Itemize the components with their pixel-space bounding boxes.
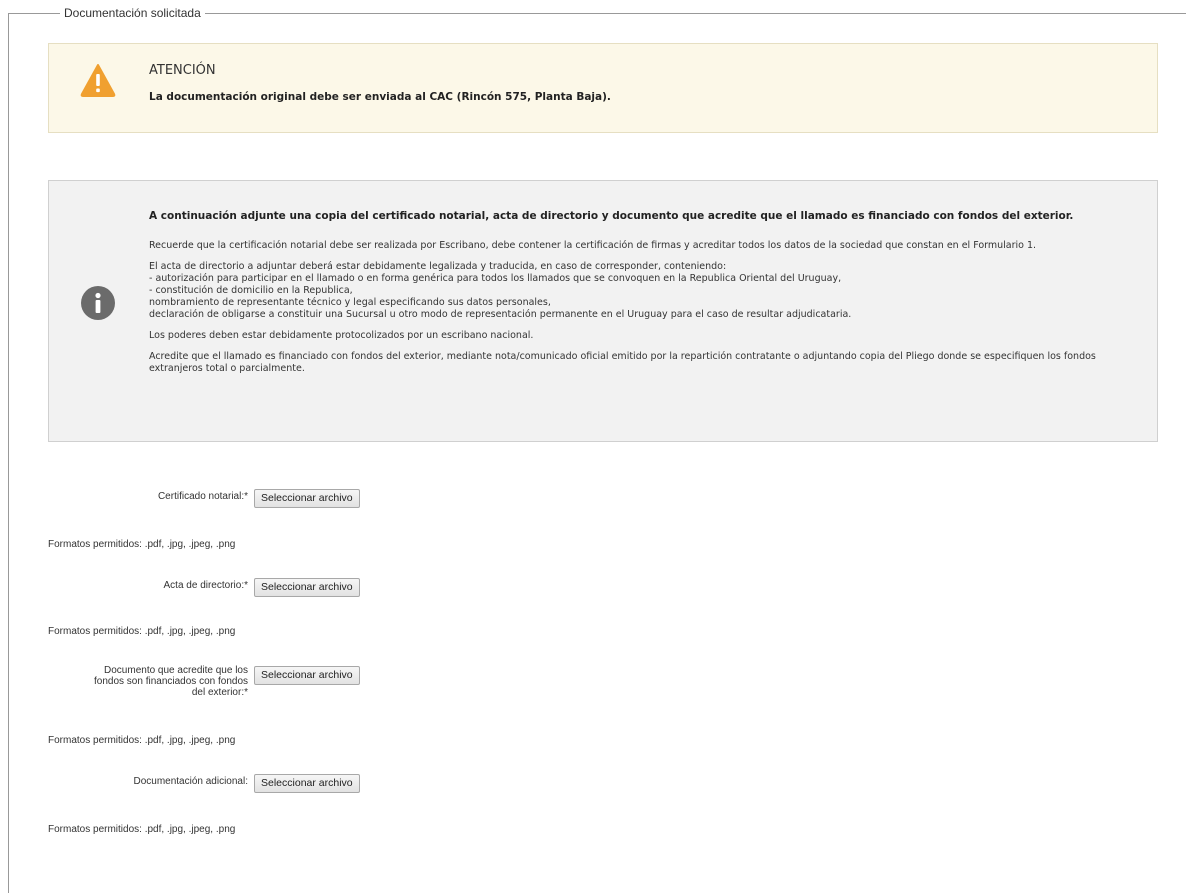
info-paragraph-acta: El acta de directorio a adjuntar deberá … (149, 261, 1139, 321)
fieldset-legend: Documentación solicitada (60, 5, 205, 21)
info-line: - autorización para participar en el lla… (149, 273, 842, 284)
info-circle-icon (81, 286, 115, 320)
acta-directorio-file-button[interactable]: Seleccionar archivo (254, 578, 360, 597)
warning-alert: ATENCIÓN La documentación original debe … (48, 43, 1158, 133)
warning-title: ATENCIÓN (149, 63, 216, 78)
info-paragraph-notarial: Recuerde que la certificación notarial d… (149, 240, 1037, 251)
info-content: A continuación adjunte una copia del cer… (149, 210, 1139, 384)
documentacion-adicional-formats: Formatos permitidos: .pdf, .jpg, .jpeg, … (48, 824, 236, 835)
info-lead: A continuación adjunte una copia del cer… (149, 210, 1074, 222)
info-alert: A continuación adjunte una copia del cer… (48, 180, 1158, 442)
info-paragraph-financiado: Acredite que el llamado es financiado co… (149, 351, 1096, 374)
documentacion-adicional-label: Documentación adicional: (133, 776, 248, 787)
documentation-fieldset (8, 13, 1186, 893)
acta-directorio-label: Acta de directorio:* (163, 580, 249, 591)
certificado-notarial-label: Certificado notarial:* (157, 491, 248, 502)
info-line: - constitución de domicilio en la Republ… (149, 285, 353, 296)
acta-directorio-formats: Formatos permitidos: .pdf, .jpg, .jpeg, … (48, 626, 236, 637)
info-paragraph-poderes: Los poderes deben estar debidamente prot… (149, 330, 534, 341)
documento-fondos-formats: Formatos permitidos: .pdf, .jpg, .jpeg, … (48, 735, 236, 746)
documento-fondos-file-button[interactable]: Seleccionar archivo (254, 666, 360, 685)
documento-fondos-label: Documento que acredite que los fondos so… (48, 665, 248, 698)
info-line: declaración de obligarse a constituir un… (149, 309, 852, 320)
certificado-notarial-formats: Formatos permitidos: .pdf, .jpg, .jpeg, … (48, 539, 236, 550)
documento-fondos-label-line: del exterior:* (191, 687, 248, 698)
info-line: El acta de directorio a adjuntar deberá … (149, 261, 727, 272)
documento-fondos-label-line: Documento que acredite que los (104, 665, 248, 676)
warning-triangle-icon (80, 64, 116, 97)
certificado-notarial-file-button[interactable]: Seleccionar archivo (254, 489, 360, 508)
documento-fondos-label-line: fondos son financiados con fondos (94, 676, 248, 687)
info-line: nombramiento de representante técnico y … (149, 297, 551, 308)
warning-text: La documentación original debe ser envia… (149, 91, 611, 103)
documentacion-adicional-file-button[interactable]: Seleccionar archivo (254, 774, 360, 793)
